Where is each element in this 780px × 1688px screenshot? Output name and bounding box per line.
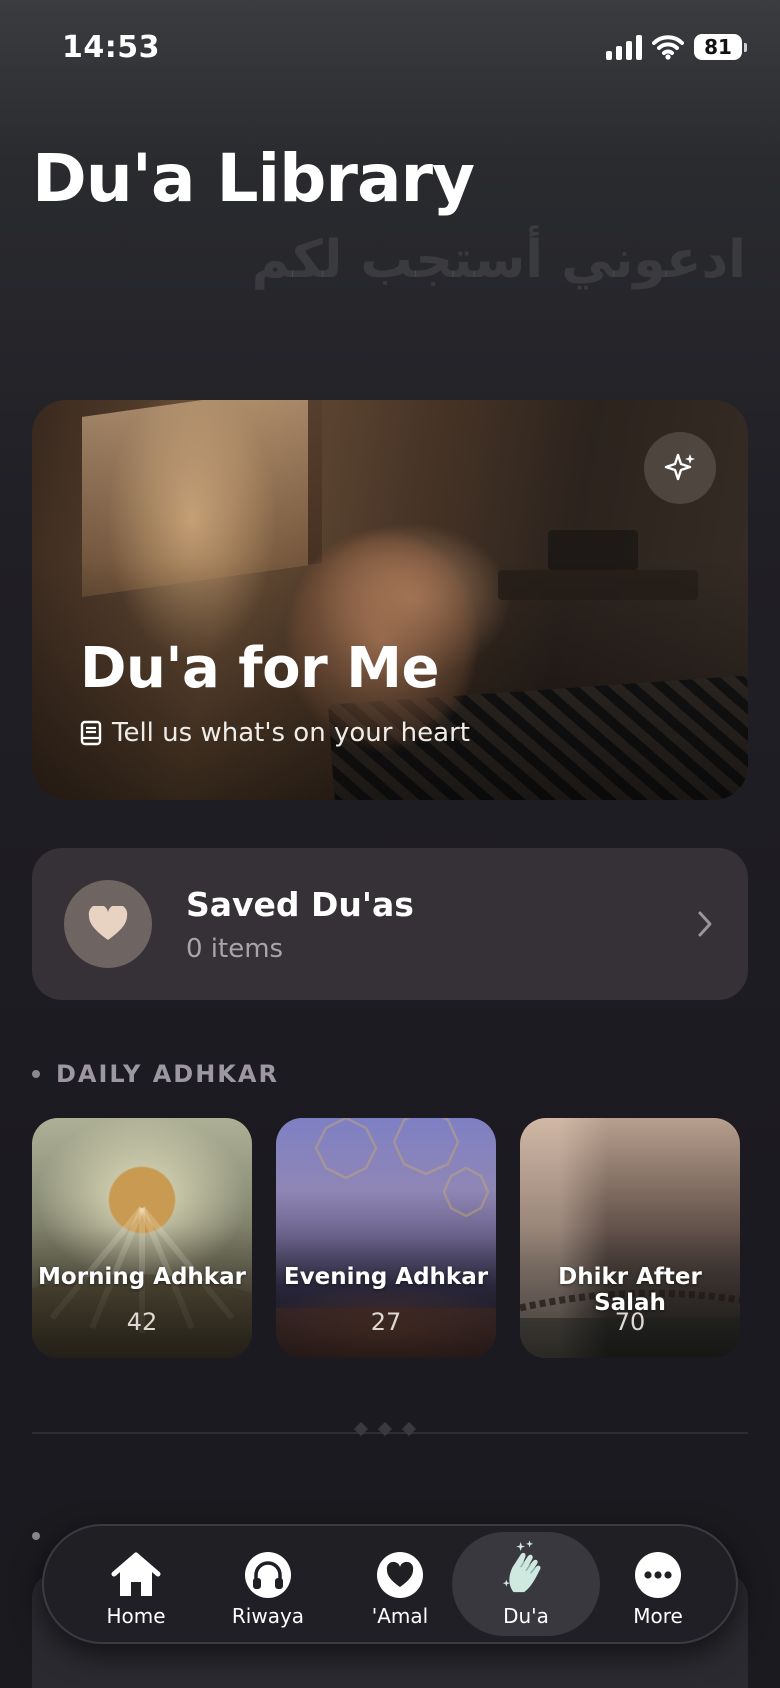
tile-count: 42 <box>126 1308 158 1336</box>
tile-title: Evening Adhkar <box>283 1264 489 1290</box>
saved-title: Saved Du'as <box>186 884 414 924</box>
saved-duas-card[interactable]: Saved Du'as 0 items <box>32 848 748 1000</box>
wifi-icon <box>652 35 684 60</box>
section-dot <box>32 1532 40 1540</box>
saved-avatar <box>64 880 152 968</box>
section-heading-daily-adhkar: DAILY ADHKAR <box>32 1060 279 1088</box>
saved-text: Saved Du'as 0 items <box>186 885 696 964</box>
tile-morning-adhkar[interactable]: Morning Adhkar 42 <box>32 1118 252 1358</box>
hero-title: Du'a for Me <box>80 636 439 701</box>
tile-dhikr-after-salah[interactable]: Dhikr After Salah 70 <box>520 1118 740 1358</box>
section-label: DAILY ADHKAR <box>56 1060 279 1088</box>
tile-count: 70 <box>614 1308 646 1336</box>
divider-diamond <box>353 1421 369 1437</box>
tab-label: 'Amal <box>371 1604 429 1628</box>
status-bar: 14:53 81 <box>0 0 780 100</box>
status-icons: 81 <box>606 34 747 60</box>
saved-count: 0 items <box>186 933 284 964</box>
chevron-right-icon <box>698 911 712 937</box>
tab-label: More <box>633 1604 683 1628</box>
hero-subtitle-row: Tell us what's on your heart <box>80 718 470 748</box>
divider-ornament <box>353 1421 417 1437</box>
tab-label: Riwaya <box>231 1604 305 1628</box>
divider-diamond <box>377 1421 393 1437</box>
sparkles-button[interactable] <box>644 432 716 504</box>
tile-evening-adhkar[interactable]: Evening Adhkar 27 <box>276 1118 496 1358</box>
tab-label: Home <box>106 1604 166 1628</box>
page-title: Du'a Library <box>32 140 475 217</box>
tab-bar: Home Riwaya 'Amal Du'a More <box>42 1524 738 1644</box>
cellular-signal-icon <box>606 34 642 60</box>
section-dot <box>32 1070 40 1078</box>
praying-hands-icon <box>501 1540 551 1600</box>
tab-dua[interactable]: Du'a <box>466 1526 586 1642</box>
more-icon <box>633 1550 683 1600</box>
tile-title: Morning Adhkar <box>38 1264 246 1290</box>
status-time: 14:53 <box>62 30 160 65</box>
tile-count: 27 <box>370 1308 402 1336</box>
sparkles-icon <box>664 453 695 481</box>
hero-subtitle: Tell us what's on your heart <box>112 718 470 748</box>
headphones-icon <box>243 1550 293 1600</box>
adhkar-tiles: Morning Adhkar 42 Evening Adhkar 27 Dhik… <box>32 1118 772 1358</box>
tab-riwaya[interactable]: Riwaya <box>208 1526 328 1642</box>
tab-more[interactable]: More <box>598 1526 718 1642</box>
tab-amal[interactable]: 'Amal <box>340 1526 460 1642</box>
tab-label: Du'a <box>503 1604 549 1628</box>
heart-icon <box>375 1550 425 1600</box>
book-icon <box>80 720 102 746</box>
divider-diamond <box>401 1421 417 1437</box>
tab-home[interactable]: Home <box>76 1526 196 1642</box>
dua-for-me-card[interactable]: Du'a for Me Tell us what's on your heart <box>32 400 748 800</box>
battery-icon: 81 <box>694 34 747 60</box>
home-icon <box>111 1550 161 1600</box>
heart-icon <box>88 906 128 940</box>
arabic-subtitle: ادعوني أستجب لكم <box>251 230 746 290</box>
